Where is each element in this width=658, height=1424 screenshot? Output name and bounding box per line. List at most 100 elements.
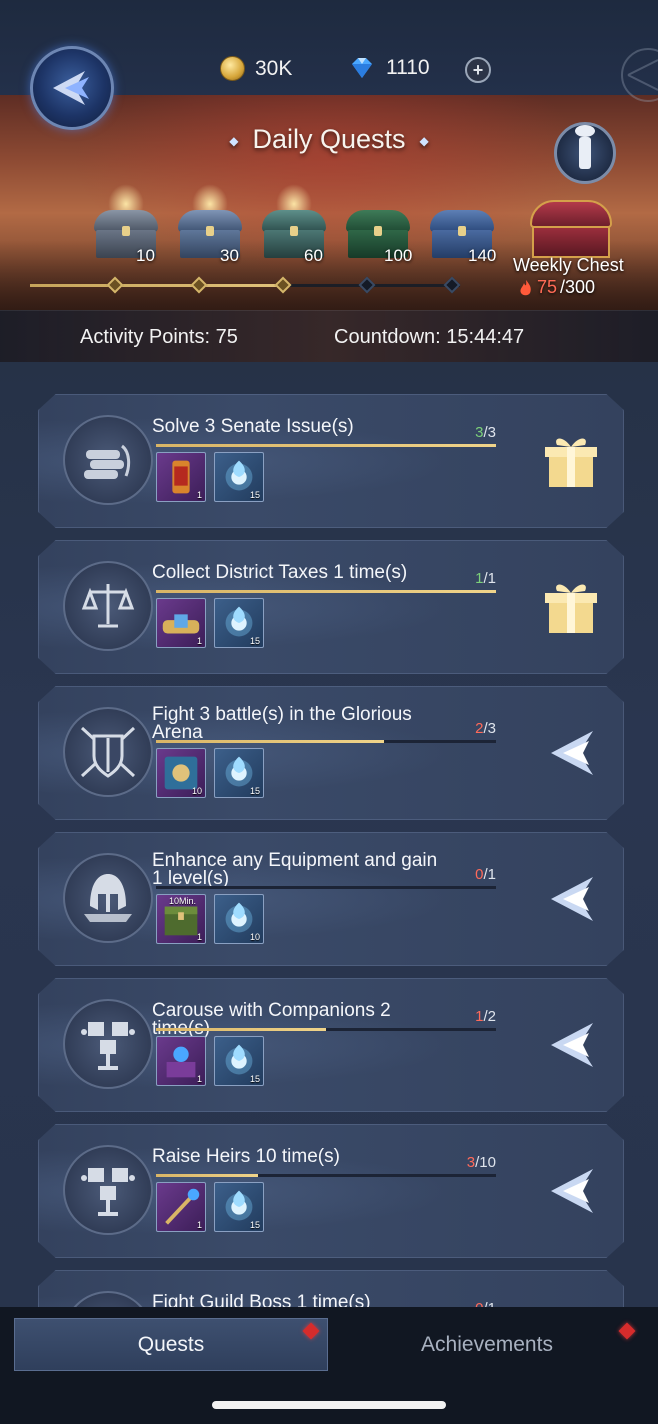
quest-card[interactable]: Enhance any Equipment and gain 1 level(s…	[20, 832, 638, 966]
quest-progress-bar	[156, 1028, 496, 1031]
reward-essence-orb[interactable]: 15	[214, 452, 264, 502]
quest-card[interactable]: Solve 3 Senate Issue(s) 3/3 1 15	[20, 394, 638, 528]
reward-quantity: 15	[249, 1220, 260, 1230]
quest-progress-count: 0/1	[460, 1300, 496, 1307]
gold-coin-icon	[220, 56, 245, 81]
reward-essence-orb[interactable]: 15	[214, 598, 264, 648]
add-currency-button[interactable]: +	[465, 57, 491, 83]
weekly-total-points: /300	[560, 277, 596, 297]
quest-card[interactable]: Collect District Taxes 1 time(s) 1/1 1 15	[20, 540, 638, 674]
weekly-chest[interactable]	[530, 200, 612, 258]
title-ornament-right-icon: ◆	[419, 133, 429, 148]
reward-essence-orb[interactable]: 15	[214, 1182, 264, 1232]
activity-progress-fill	[30, 284, 280, 287]
quest-progress-fill	[156, 1174, 258, 1177]
guild-emblem-button[interactable]	[30, 46, 114, 130]
activity-stats-bar: Activity Points: 75 Countdown: 15:44:47	[0, 310, 658, 362]
claim-reward-button[interactable]	[538, 574, 604, 640]
quest-category-badge	[63, 415, 153, 505]
weekly-chest-label: Weekly Chest	[513, 255, 624, 275]
quest-progress-bar	[156, 1174, 496, 1177]
quest-progress-bar	[156, 444, 496, 447]
flame-icon	[520, 279, 531, 295]
quest-progress-total: /1	[483, 570, 496, 587]
quest-card[interactable]: Carouse with Companions 2 time(s) 1/2 1 15	[20, 978, 638, 1112]
milestone-label: 100	[384, 246, 413, 265]
quest-progress-bar	[156, 886, 496, 889]
reward-quantity: 15	[249, 786, 260, 796]
quest-progress-fill	[156, 590, 496, 593]
reward-quantity: 15	[249, 490, 260, 500]
countdown-timer: Countdown: 15:44:47	[334, 326, 525, 348]
quest-card[interactable]: Fight Guild Boss 1 time(s) 0/1	[20, 1270, 638, 1307]
quest-progress-bar	[156, 740, 496, 743]
reward-item[interactable]: 1	[156, 1036, 206, 1086]
reward-item[interactable]: 1	[156, 1182, 206, 1232]
scales-icon	[81, 584, 135, 628]
quest-title: Carouse with Companions 2 time(s)	[152, 1000, 391, 1039]
quest-progress-done: 3	[466, 1154, 476, 1171]
reward-essence-orb[interactable]: 10	[214, 894, 264, 944]
quest-progress-count: 1/1	[460, 570, 496, 587]
quest-category-badge	[63, 561, 153, 651]
corner-ornament-icon	[621, 48, 658, 102]
quest-progress-count: 1/2	[460, 1008, 496, 1025]
title-ornament-left-icon: ◆	[229, 133, 239, 148]
reward-quantity: 1	[196, 932, 202, 942]
quest-progress-bar	[156, 590, 496, 593]
go-to-quest-button[interactable]	[538, 720, 604, 786]
quest-card[interactable]: Fight 3 battle(s) in the Glorious Arena 2…	[20, 686, 638, 820]
arrow-go-icon	[551, 731, 593, 775]
go-to-quest-button[interactable]	[538, 866, 604, 932]
quest-progress-count: 3/3	[460, 424, 496, 441]
tab-achievements[interactable]: Achievements	[330, 1318, 644, 1371]
quest-category-badge	[63, 707, 153, 797]
reward-item[interactable]: 1 10Min.	[156, 894, 206, 944]
info-button[interactable]	[554, 122, 616, 184]
shield-swords-icon	[80, 726, 136, 778]
reward-badge: 10Min.	[169, 896, 197, 906]
weekly-chest-progress: 75/300	[518, 277, 595, 298]
quest-progress-total: /3	[483, 424, 496, 441]
gift-box-icon	[545, 438, 597, 487]
quest-title: Collect District Taxes 1 time(s)	[152, 562, 408, 583]
plus-icon: +	[472, 59, 484, 80]
quest-progress-total: /3	[483, 720, 496, 737]
home-indicator[interactable]	[212, 1401, 446, 1409]
quest-card[interactable]: Raise Heirs 10 time(s) 3/10 1 15	[20, 1124, 638, 1258]
reward-essence-orb[interactable]: 15	[214, 748, 264, 798]
quest-progress-fill	[156, 740, 384, 743]
reward-quantity: 1	[196, 490, 202, 500]
arrow-go-icon	[551, 877, 593, 921]
helmet-icon	[84, 874, 132, 922]
quest-progress-count: 3/10	[460, 1154, 496, 1171]
quest-title: Fight 3 battle(s) in the Glorious Arena	[152, 704, 412, 743]
go-to-quest-button[interactable]	[538, 1158, 604, 1224]
reward-quantity: 1	[196, 636, 202, 646]
milestone-label: 10	[136, 246, 155, 265]
emblem-icon	[53, 71, 89, 105]
quest-progress-total: /10	[475, 1154, 496, 1171]
reward-essence-orb[interactable]: 15	[214, 1036, 264, 1086]
claim-reward-button[interactable]	[538, 428, 604, 494]
quest-title: Fight Guild Boss 1 time(s)	[152, 1292, 371, 1307]
info-icon	[575, 125, 595, 169]
go-to-quest-button[interactable]	[538, 1012, 604, 1078]
quest-progress-count: 2/3	[460, 720, 496, 737]
quest-category-badge	[63, 853, 153, 943]
reward-quantity: 15	[249, 636, 260, 646]
milestone-label: 60	[304, 246, 323, 265]
quest-progress-fill	[156, 444, 496, 447]
arrow-go-icon	[551, 1023, 593, 1067]
reward-quantity: 10	[191, 786, 202, 796]
reward-item[interactable]: 1	[156, 452, 206, 502]
activity-points: Activity Points: 75	[80, 326, 238, 348]
quest-list[interactable]: Solve 3 Senate Issue(s) 3/3 1 15 Collect Dis…	[0, 362, 658, 1307]
diamond-icon	[352, 58, 372, 78]
reward-item[interactable]: 10	[156, 748, 206, 798]
family-tree-icon	[81, 1168, 135, 1216]
weekly-current-points: 75	[537, 277, 558, 297]
tab-quests[interactable]: Quests	[14, 1318, 328, 1371]
reward-item[interactable]: 1	[156, 598, 206, 648]
milestone-label: 30	[220, 246, 239, 265]
